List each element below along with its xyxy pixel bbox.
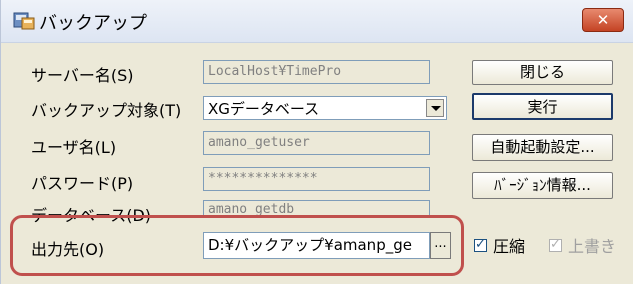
target-select-value: XGデータベース: [208, 100, 320, 118]
user-field: amano_getuser: [203, 131, 430, 155]
chevron-down-icon[interactable]: [426, 99, 444, 117]
target-label: バックアップ対象(T): [31, 101, 182, 120]
window-title: バックアップ: [39, 13, 147, 34]
password-label: パスワード(P): [31, 174, 134, 193]
check-icon: ✓: [550, 237, 561, 252]
run-button[interactable]: 実行: [472, 93, 613, 120]
server-field: LocalHost¥TimePro: [203, 60, 430, 84]
password-field: **************: [203, 167, 430, 191]
backup-app-icon: [13, 10, 35, 30]
close-button[interactable]: 閉じる: [472, 60, 613, 85]
target-select[interactable]: XGデータベース: [203, 96, 447, 120]
close-window-button[interactable]: ✕: [582, 8, 624, 32]
compress-checkbox[interactable]: ✓: [474, 237, 487, 252]
user-label: ユーザ名(L): [31, 138, 117, 157]
title-bar: バックアップ ✕: [1, 0, 633, 43]
backup-dialog: バックアップ ✕ サーバー名(S) LocalHost¥TimePro バックア…: [0, 0, 633, 284]
server-label: サーバー名(S): [31, 66, 134, 85]
overwrite-label: 上書き: [568, 237, 617, 256]
overwrite-checkbox[interactable]: ✓: [549, 237, 562, 252]
compress-label: 圧縮: [493, 237, 526, 256]
version-info-button[interactable]: ﾊﾞｰｼﾞｮﾝ情報...: [472, 172, 613, 199]
auto-start-settings-button[interactable]: 自動起動設定...: [472, 134, 613, 161]
check-icon: ✓: [475, 237, 486, 252]
highlight-annotation: [10, 215, 464, 276]
